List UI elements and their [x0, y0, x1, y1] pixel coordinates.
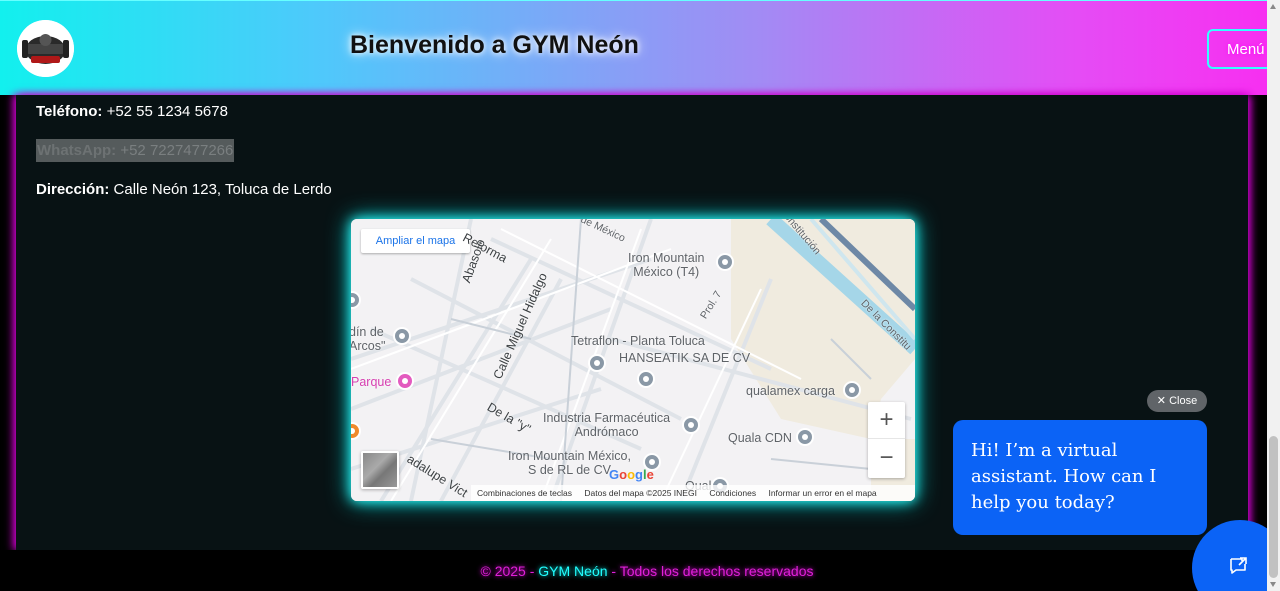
poi-pin-icon[interactable] [716, 253, 734, 271]
zoom-out-button[interactable]: − [868, 440, 905, 477]
copyright-suffix: - Todos los derechos reservados [607, 563, 814, 579]
phone-value: +52 55 1234 5678 [106, 103, 228, 120]
report-error-link[interactable]: Informar un error en el mapa [768, 488, 876, 498]
page: Bienvenido a GYM Neón Menú Teléfono: +52… [0, 0, 1280, 591]
phone-label: Teléfono: [36, 103, 103, 120]
satellite-toggle-button[interactable] [361, 451, 399, 489]
poi-jardin-arcos[interactable]: dín de Arcos" [351, 325, 385, 353]
copyright-prefix: © 2025 - [480, 563, 539, 579]
keyboard-shortcuts-link[interactable]: Combinaciones de teclas [477, 488, 572, 498]
poi-hanseatik[interactable]: HANSEATIK SA DE CV [619, 351, 750, 365]
poi-pin-icon[interactable] [393, 327, 411, 345]
copyright-brand: GYM Neón [538, 563, 608, 579]
google-logo: Google [609, 467, 654, 482]
page-scrollbar[interactable] [1267, 0, 1280, 591]
poi-quala-cdn[interactable]: Quala CDN [728, 431, 792, 445]
gym-logo[interactable] [17, 20, 74, 77]
scroll-up-arrow-icon[interactable] [1270, 4, 1276, 9]
zoom-in-button[interactable]: + [868, 402, 905, 439]
terms-link[interactable]: Condiciones [709, 488, 756, 498]
poi-pin-icon[interactable] [637, 370, 655, 388]
poi-tetraflon[interactable]: Tetraflon - Planta Toluca [571, 334, 705, 348]
poi-parque[interactable]: Parque [351, 375, 391, 389]
poi-pin-icon[interactable] [588, 354, 606, 372]
header: Bienvenido a GYM Neón Menú [0, 0, 1277, 95]
expand-map-button[interactable]: Ampliar el mapa [361, 229, 470, 253]
poi-pin-icon[interactable] [682, 416, 700, 434]
map-data-attribution: Datos del mapa ©2025 INEGI [584, 488, 697, 498]
chat-close-label: Close [1169, 395, 1198, 407]
poi-farmaceutica[interactable]: Industria Farmacéutica Andrómaco [543, 411, 670, 439]
footer: © 2025 - GYM Neón - Todos los derechos r… [0, 550, 1267, 591]
address-value: Calle Neón 123, Toluca de Lerdo [113, 181, 332, 198]
whatsapp-line[interactable]: WhatsApp: +52 7227477266 [36, 139, 235, 162]
address-line: Dirección: Calle Neón 123, Toluca de Ler… [36, 181, 332, 198]
map-zoom-controls: + − [868, 402, 905, 478]
scroll-down-arrow-icon[interactable] [1270, 582, 1276, 587]
gym-logo-image [17, 20, 74, 77]
copyright-text: © 2025 - GYM Neón - Todos los derechos r… [0, 563, 1280, 579]
page-title: Bienvenido a GYM Neón [350, 31, 639, 59]
whatsapp-value[interactable]: +52 7227477266 [120, 142, 233, 159]
address-label: Dirección: [36, 181, 110, 198]
map-footer: Combinaciones de teclas Datos del mapa ©… [471, 485, 915, 501]
chat-greeting-bubble[interactable]: Hi! I’m a virtual assistant. How can I h… [953, 420, 1207, 535]
chat-close-button[interactable]: ✕ Close [1147, 390, 1207, 412]
poi-pin-icon[interactable] [843, 381, 861, 399]
close-icon: ✕ [1156, 395, 1167, 407]
hotel-pin-icon[interactable] [396, 372, 414, 390]
scroll-thumb[interactable] [1269, 436, 1278, 578]
poi-iron-mountain-t4[interactable]: Iron Mountain México (T4) [628, 251, 704, 279]
phone-line: Teléfono: +52 55 1234 5678 [36, 103, 228, 120]
poi-qualamex[interactable]: qualamex carga [746, 384, 835, 398]
whatsapp-label: WhatsApp: [37, 142, 117, 159]
poi-pin-icon[interactable] [796, 428, 814, 446]
chat-bubble-icon [1230, 557, 1247, 574]
embedded-map[interactable]: Ampliar el mapa Iron Mountain México (T4… [351, 219, 915, 501]
